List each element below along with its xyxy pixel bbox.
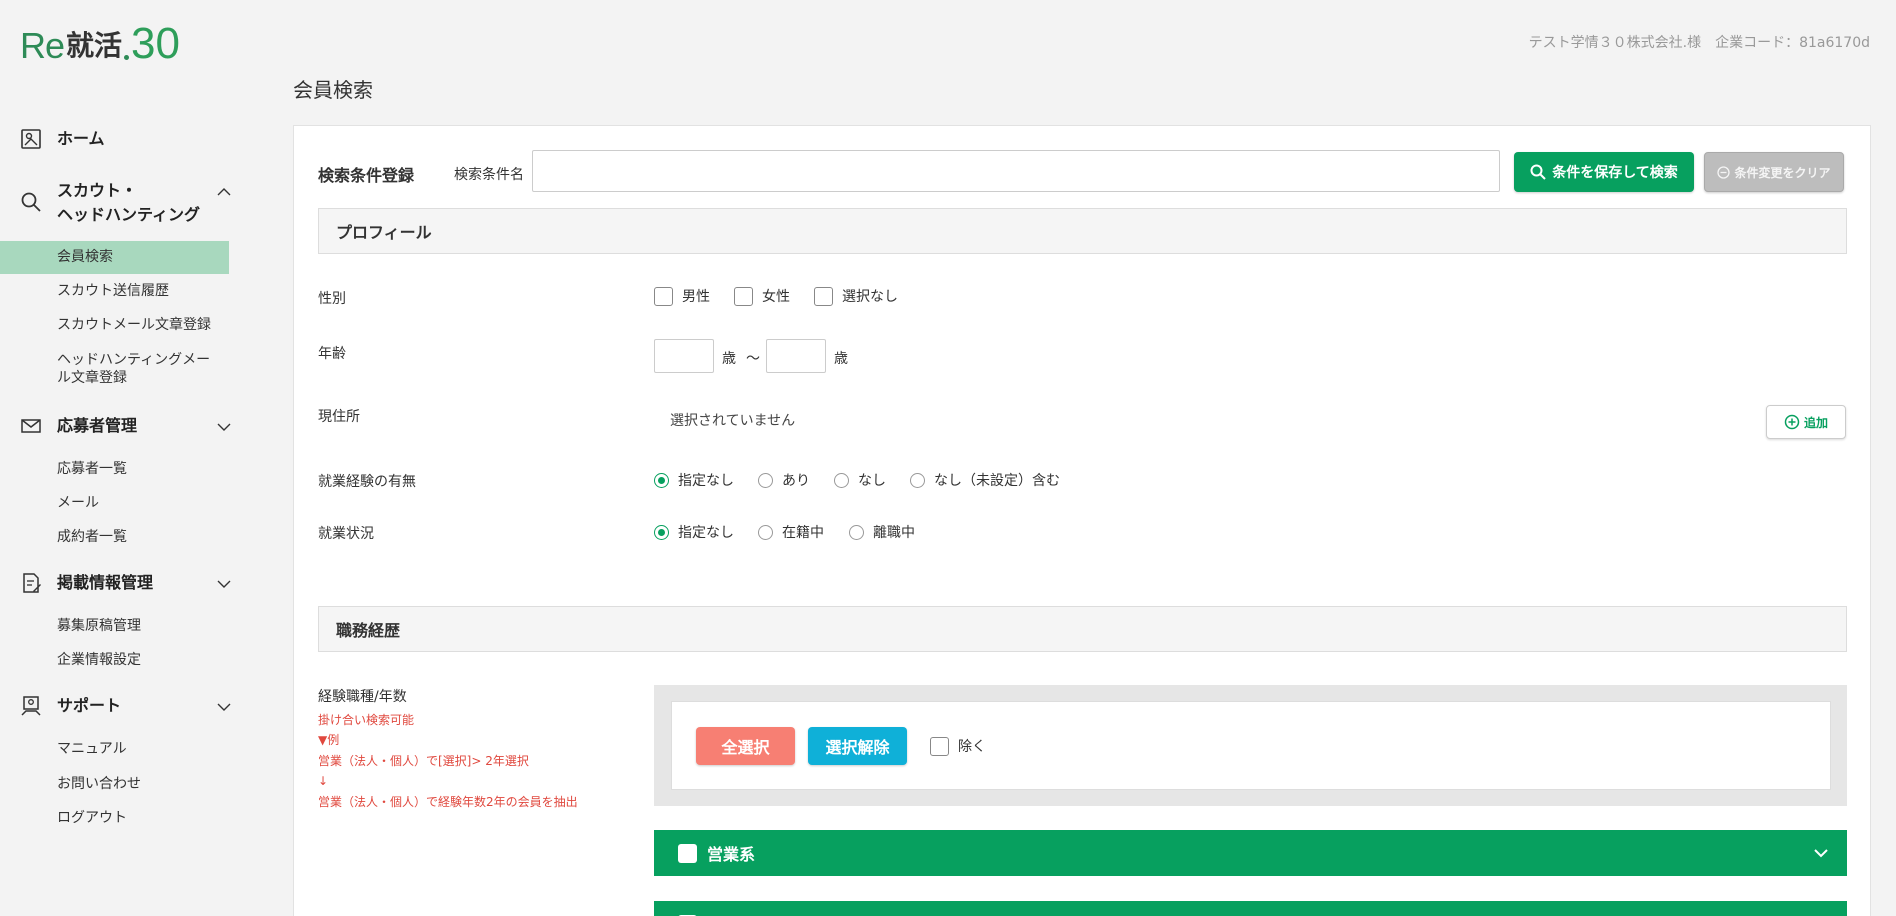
chevron-down-icon[interactable] (216, 575, 232, 591)
career-note-1: 掛け合い検索可能 (318, 713, 415, 727)
logo[interactable]: Re 就活 30 (20, 20, 180, 66)
edit-doc-icon (20, 572, 42, 594)
chevron-down-icon[interactable] (216, 698, 232, 714)
nav-scout[interactable]: スカウト・ ヘッドハンティング (0, 179, 232, 227)
logo-dot (124, 55, 130, 60)
company-info: テスト学情３０株式会社.様 企業コード：81a6170d (1528, 35, 1870, 51)
category-next-accordion[interactable] (654, 901, 1847, 916)
age-min-input[interactable] (654, 339, 714, 373)
mail-icon (20, 415, 42, 437)
career-note-2: ▼例 (318, 733, 340, 747)
nav-member-search[interactable]: 会員検索 (0, 241, 229, 274)
search-name-input[interactable] (532, 150, 1500, 192)
plus-circle-icon (1784, 414, 1800, 430)
minus-circle-icon (1717, 165, 1731, 179)
address-value: 選択されていません (670, 413, 796, 429)
save-search-label: 条件を保存して検索 (1552, 165, 1678, 181)
gender-male-checkbox[interactable]: 男性 (654, 286, 710, 306)
clear-conditions-button[interactable]: 条件変更をクリア (1704, 152, 1844, 192)
age-unit-max: 歳 (834, 351, 848, 367)
age-label: 年齢 (318, 346, 346, 362)
nav-posting-label: 掲載情報管理 (57, 573, 154, 592)
deselect-button[interactable]: 選択解除 (808, 727, 907, 765)
nav-logout[interactable]: ログアウト (0, 808, 127, 828)
home-icon (20, 128, 42, 150)
nav-posting[interactable]: 掲載情報管理 (0, 571, 232, 595)
add-address-button[interactable]: 追加 (1766, 405, 1846, 439)
page-title: 会員検索 (293, 78, 373, 102)
nav-manual[interactable]: マニュアル (0, 739, 127, 759)
nav-scout-title-2: ヘッドハンティング (57, 205, 201, 224)
search-panel: 検索条件登録 検索条件名 条件を保存して検索 条件変更をクリア プロフィール 性… (293, 125, 1871, 916)
clear-conditions-label: 条件変更をクリア (1734, 165, 1831, 180)
age-unit-min: 歳 (722, 351, 736, 367)
nav-applicants[interactable]: 応募者管理 (0, 414, 232, 438)
gender-none-checkbox[interactable]: 選択なし (814, 286, 898, 306)
chevron-up-icon[interactable] (216, 183, 232, 199)
profile-section-header: プロフィール (318, 208, 1847, 254)
select-all-button[interactable]: 全選択 (696, 727, 795, 765)
age-max-input[interactable] (766, 339, 826, 373)
search-icon (1530, 164, 1546, 180)
chevron-down-icon[interactable] (1813, 845, 1829, 865)
nav-applicant-list[interactable]: 応募者一覧 (0, 459, 127, 479)
category-sales-checkbox[interactable] (678, 843, 697, 863)
add-address-label: 追加 (1803, 415, 1828, 430)
nav-recruit-posts[interactable]: 募集原稿管理 (0, 616, 141, 636)
gender-label: 性別 (318, 291, 346, 307)
nav-scout-history[interactable]: スカウト送信履歴 (0, 281, 169, 301)
nav-support[interactable]: サポート (0, 694, 232, 718)
search-register-label: 検索条件登録 (318, 166, 415, 185)
status-unspecified-radio[interactable]: 指定なし (654, 522, 734, 542)
career-note-3: 営業（法人・個人）で[選択]> 2年選択 (318, 754, 529, 768)
nav-company-info[interactable]: 企業情報設定 (0, 650, 141, 670)
nav-home[interactable]: ホーム (0, 127, 232, 151)
chevron-down-icon[interactable] (216, 418, 232, 434)
nav-contracted-list[interactable]: 成約者一覧 (0, 527, 127, 547)
job-select-box: 全選択 選択解除 除く (654, 685, 1847, 806)
experience-no-including-unset-radio[interactable]: なし（未設定）含む (910, 470, 1060, 490)
experience-unspecified-radio[interactable]: 指定なし (654, 470, 734, 490)
logo-re: Re (20, 25, 65, 66)
job-select-controls: 全選択 選択解除 除く (671, 701, 1831, 790)
career-note-4: ↓ (318, 774, 329, 788)
logo-shu: 就活 (66, 29, 123, 62)
nav-contact[interactable]: お問い合わせ (0, 774, 141, 794)
nav-support-label: サポート (57, 696, 122, 715)
career-label: 経験職種/年数 (318, 689, 407, 705)
save-search-button[interactable]: 条件を保存して検索 (1514, 152, 1694, 192)
gender-female-checkbox[interactable]: 女性 (734, 286, 790, 306)
status-left-radio[interactable]: 離職中 (849, 522, 915, 542)
experience-label: 就業経験の有無 (318, 474, 416, 490)
search-name-label: 検索条件名 (454, 167, 524, 183)
nav-headhunt-mail-2[interactable]: ル文章登録 (0, 368, 127, 388)
career-note-5: 営業（法人・個人）で経験年数2年の会員を抽出 (318, 795, 578, 809)
logo-num: 30 (131, 19, 180, 68)
category-sales-label: 営業系 (707, 845, 756, 864)
category-sales-accordion[interactable]: 営業系 (654, 830, 1847, 876)
nav-scout-title-1: スカウト・ (57, 181, 138, 200)
nav-scout-mail[interactable]: スカウトメール文章登録 (0, 315, 211, 335)
exclude-checkbox[interactable]: 除く (930, 736, 986, 756)
support-icon (20, 695, 42, 717)
sidebar: Re 就活 30 ホーム スカウト・ ヘッドハンティング 会員検索 スカウト送信… (0, 0, 232, 916)
nav-applicants-label: 応募者管理 (57, 416, 138, 435)
search-icon (20, 191, 42, 213)
status-label: 就業状況 (318, 526, 374, 542)
experience-no-radio[interactable]: なし (834, 470, 886, 490)
career-section-header: 職務経歴 (318, 606, 1847, 652)
experience-yes-radio[interactable]: あり (758, 470, 810, 490)
nav-home-label: ホーム (57, 129, 105, 148)
nav-headhunt-mail-1[interactable]: ヘッドハンティングメー (0, 350, 210, 370)
address-label: 現住所 (318, 409, 360, 425)
status-employed-radio[interactable]: 在籍中 (758, 522, 824, 542)
nav-mail[interactable]: メール (0, 493, 99, 513)
age-separator: 〜 (746, 351, 760, 367)
